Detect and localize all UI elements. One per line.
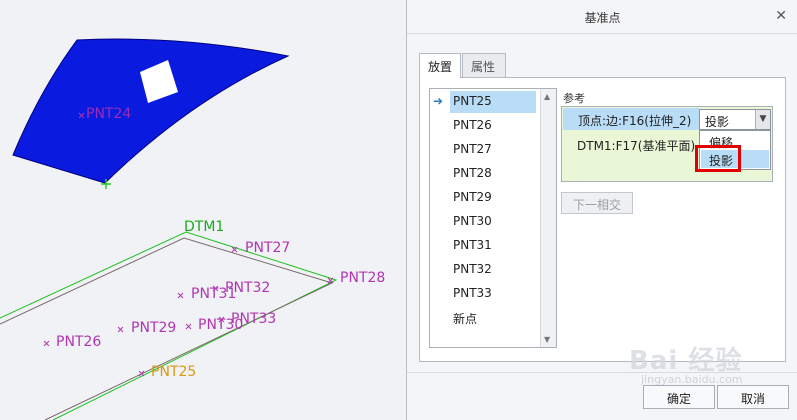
- reference-row-datum-plane[interactable]: DTM1:F17(基准平面): [577, 137, 695, 154]
- close-icon[interactable]: ✕: [775, 8, 787, 24]
- extruded-surface[interactable]: [12, 38, 290, 184]
- list-item-pnt32[interactable]: PNT32: [450, 259, 536, 281]
- list-item-pnt30[interactable]: PNT30: [450, 211, 536, 233]
- list-item-pnt25[interactable]: PNT25: [450, 91, 536, 113]
- list-item-pnt26[interactable]: PNT26: [450, 115, 536, 137]
- watermark: Bai 经验 jingyan.baidu.com: [589, 340, 789, 390]
- annotation-highlight-box: [695, 145, 741, 172]
- dialog-title: 基准点: [584, 11, 621, 25]
- point-label-pnt25[interactable]: PNT25: [151, 364, 196, 380]
- reference-row-vertex-label: 顶点:边:F16(拉伸_2): [578, 114, 692, 128]
- constraint-select-value: 投影: [705, 115, 730, 129]
- dialog-titlebar[interactable]: 基准点 ✕: [407, 0, 797, 34]
- point-list[interactable]: ➜ PNT25 PNT26 PNT27 PNT28 PNT29 PNT30 PN…: [429, 88, 557, 348]
- cancel-button[interactable]: 取消: [717, 385, 789, 409]
- list-scrollbar[interactable]: ▲ ▼: [540, 89, 556, 347]
- footer-divider: [407, 372, 797, 373]
- graphics-viewport[interactable]: PNT24 DTM1 PNT27 PNT28 PNT31 PNT32 PNT29…: [0, 0, 406, 420]
- datum-point-dialog: 基准点 ✕ 放置 属性 ➜ PNT25 PNT26 PNT27 PNT28 PN…: [406, 0, 797, 420]
- tab-properties[interactable]: 属性: [462, 53, 506, 77]
- next-intersection-button[interactable]: 下一相交: [561, 192, 633, 214]
- point-label-pnt32[interactable]: PNT32: [225, 280, 270, 296]
- point-label-pnt26[interactable]: PNT26: [56, 334, 101, 350]
- ok-button[interactable]: 确定: [643, 385, 715, 409]
- point-label-pnt33[interactable]: PNT33: [231, 311, 276, 327]
- references-label: 参考: [563, 92, 585, 105]
- point-label-pnt24[interactable]: PNT24: [86, 106, 131, 122]
- reference-row-vertex[interactable]: 顶点:边:F16(拉伸_2): [563, 108, 699, 130]
- scroll-down-icon[interactable]: ▼: [544, 335, 550, 344]
- point-label-pnt29[interactable]: PNT29: [131, 320, 176, 336]
- list-item-pnt29[interactable]: PNT29: [450, 187, 536, 209]
- selection-arrow-icon: ➜: [433, 94, 444, 108]
- tab-placement[interactable]: 放置: [419, 53, 461, 78]
- references-box[interactable]: 顶点:边:F16(拉伸_2) DTM1:F17(基准平面) 投影 ▼ 偏移 投影: [561, 106, 773, 182]
- constraint-select[interactable]: 投影 ▼: [699, 109, 771, 130]
- point-label-pnt27[interactable]: PNT27: [245, 240, 290, 256]
- list-item-pnt33[interactable]: PNT33: [450, 283, 536, 305]
- list-item-pnt31[interactable]: PNT31: [450, 235, 536, 257]
- scroll-up-icon[interactable]: ▲: [544, 92, 550, 101]
- datum-label-dtm1[interactable]: DTM1: [184, 219, 224, 235]
- list-item-pnt27[interactable]: PNT27: [450, 139, 536, 161]
- model-canvas[interactable]: [0, 0, 406, 420]
- list-item-new-point[interactable]: 新点: [450, 307, 536, 329]
- point-label-pnt28[interactable]: PNT28: [340, 270, 385, 286]
- list-item-pnt28[interactable]: PNT28: [450, 163, 536, 185]
- chevron-down-icon[interactable]: ▼: [755, 110, 770, 129]
